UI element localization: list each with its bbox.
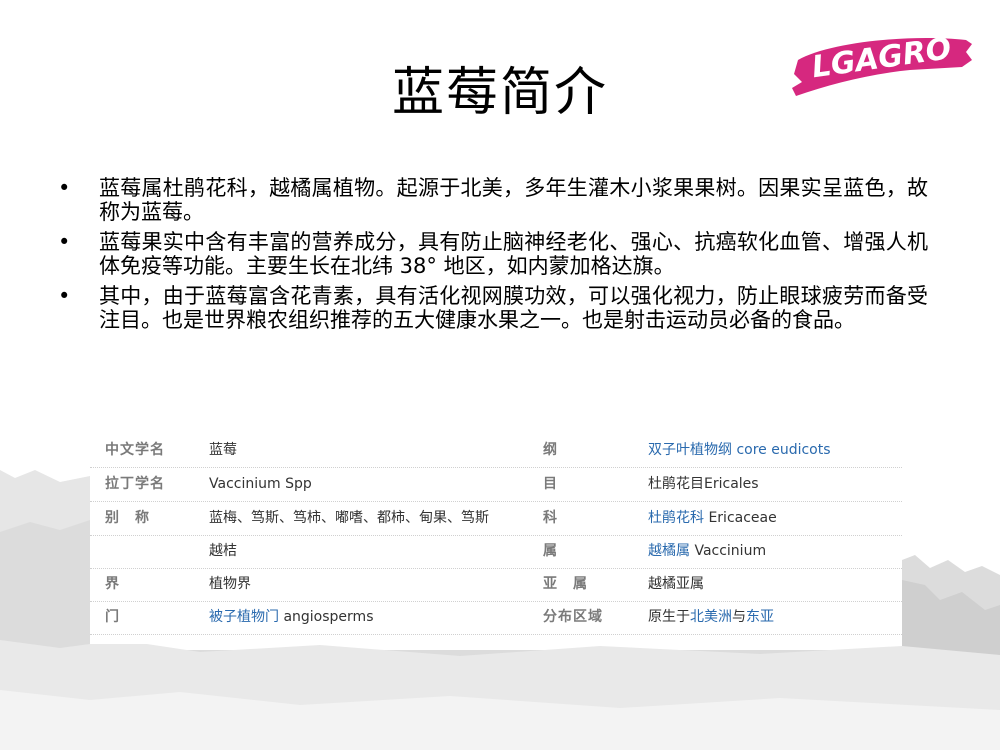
row-value-link[interactable]: 北美洲 xyxy=(690,609,732,625)
bullet-dot-icon: • xyxy=(58,284,71,308)
table-row: 门 被子植物门 angiosperms 分布区域 原生于北美洲与东亚 xyxy=(90,601,902,635)
table-row: 越桔 属 越橘属 Vaccinium xyxy=(90,535,902,569)
row-label: 目 xyxy=(543,476,558,492)
bullet-item: • 蓝莓果实中含有丰富的营养成分，具有防止脑神经老化、强心、抗癌软化血管、增强人机… xyxy=(58,230,928,278)
page-title: 蓝莓简介 xyxy=(391,63,608,123)
row-label: 分布区域 xyxy=(543,609,603,625)
row-label: 拉丁学名 xyxy=(105,476,165,492)
row-value-text: 原生于 xyxy=(648,609,690,625)
row-value: 蓝梅、笃斯、笃柿、嘟嗜、都柿、甸果、笃斯 xyxy=(209,510,489,526)
row-value: 蓝莓 xyxy=(209,442,237,458)
slide: LGAGRO 蓝莓简介 • 蓝莓属杜鹃花科，越橘属植物。起源于北美，多年生灌木小浆… xyxy=(0,0,1000,750)
row-value-link[interactable]: 越橘属 xyxy=(648,543,690,559)
row-value: 杜鹃花目Ericales xyxy=(648,476,759,492)
bullet-text: 蓝莓属杜鹃花科，越橘属植物。起源于北美，多年生灌木小浆果果树。因果实呈蓝色，故称… xyxy=(99,176,928,224)
row-label: 界 xyxy=(105,576,120,592)
table-row: 中文学名 蓝莓 纲 双子叶植物纲 core eudicots xyxy=(90,434,902,468)
table-row: 别 称 蓝梅、笃斯、笃柿、嘟嗜、都柿、甸果、笃斯 科 杜鹃花科 Ericacea… xyxy=(90,502,902,536)
row-value: 杜鹃花科 Ericaceae xyxy=(648,502,777,535)
row-value: 越桔 xyxy=(209,543,237,559)
row-value-link[interactable]: 被子植物门 xyxy=(209,609,279,625)
bullet-text: 其中，由于蓝莓富含花青素，具有活化视网膜功效，可以强化视力，防止眼球疲劳而备受注… xyxy=(99,284,928,332)
row-label: 属 xyxy=(543,543,558,559)
row-label: 别 称 xyxy=(105,510,150,526)
row-value-link[interactable]: 双子叶植物纲 core eudicots xyxy=(648,434,831,467)
row-label: 纲 xyxy=(543,442,558,458)
bullet-dot-icon: • xyxy=(58,230,71,254)
row-value-link[interactable]: 东亚 xyxy=(746,609,774,625)
row-label: 科 xyxy=(543,510,558,526)
info-table: 中文学名 蓝莓 纲 双子叶植物纲 core eudicots 拉丁学名 Vacc… xyxy=(90,434,902,644)
row-value: 植物界 xyxy=(209,576,251,592)
row-value: Vaccinium Spp xyxy=(209,476,312,492)
row-value-latin: Ericaceae xyxy=(708,510,777,526)
bullet-list: • 蓝莓属杜鹃花科，越橘属植物。起源于北美，多年生灌木小浆果果树。因果实呈蓝色，故… xyxy=(58,176,928,338)
row-value: 原生于北美洲与东亚 xyxy=(648,601,774,634)
row-label: 门 xyxy=(105,609,120,625)
row-value-latin: angiosperms xyxy=(283,609,374,625)
bullet-dot-icon: • xyxy=(58,176,71,200)
row-value: 越橘亚属 xyxy=(648,576,704,592)
row-value-latin: Vaccinium xyxy=(694,543,767,559)
row-label: 亚 属 xyxy=(543,576,588,592)
bullet-item: • 其中，由于蓝莓富含花青素，具有活化视网膜功效，可以强化视力，防止眼球疲劳而备受… xyxy=(58,284,928,332)
bullet-text: 蓝莓果实中含有丰富的营养成分，具有防止脑神经老化、强心、抗癌软化血管、增强人机体… xyxy=(99,230,928,278)
row-value: 被子植物门 angiosperms xyxy=(209,601,373,634)
row-value-link[interactable]: 杜鹃花科 xyxy=(648,510,704,526)
row-label: 中文学名 xyxy=(105,442,165,458)
row-value: 越橘属 Vaccinium xyxy=(648,535,766,568)
row-value-text: 与 xyxy=(732,609,746,625)
table-row: 界 植物界 亚 属 越橘亚属 xyxy=(90,568,902,602)
table-row: 拉丁学名 Vaccinium Spp 目 杜鹃花目Ericales xyxy=(90,468,902,502)
bullet-item: • 蓝莓属杜鹃花科，越橘属植物。起源于北美，多年生灌木小浆果果树。因果实呈蓝色，故… xyxy=(58,176,928,224)
